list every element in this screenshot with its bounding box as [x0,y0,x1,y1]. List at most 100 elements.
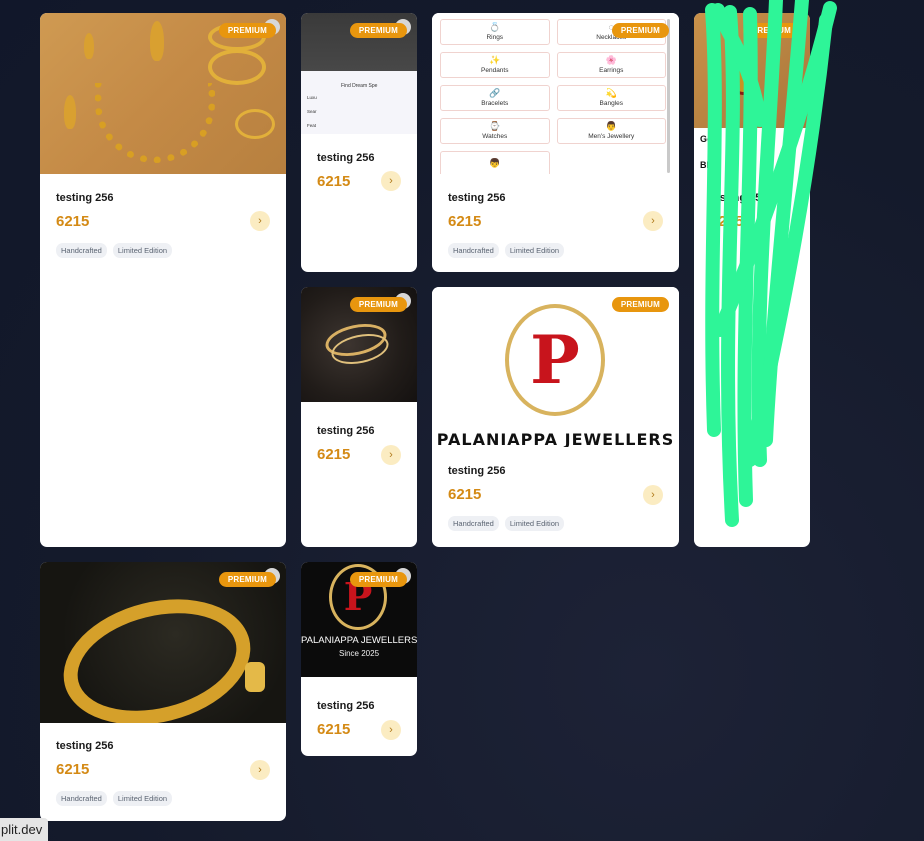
category-label: Earrings [599,67,624,74]
tag-handcrafted: Handcrafted [448,516,499,531]
premium-badge: PREMIUM [742,23,800,38]
category-bracelets[interactable]: 🔗 Bracelets [440,85,550,111]
premium-badge: PREMIUM [611,297,669,312]
link-icon: 🔗 [489,88,501,98]
product-title-fragment: Go [700,134,713,144]
logo-brand: PALANIAPPA JEWELLERS [436,430,675,447]
product-image[interactable]: PREMIUM [301,287,417,402]
product-price: 6215 [317,173,351,190]
product-card[interactable]: PREMIUM testing 256 6215 › [301,287,417,547]
earring-graphic [64,95,76,129]
category-label: Rings [486,34,504,41]
logo-brand: PALANIAPPA JEWELLERS [301,635,417,646]
tag-handcrafted: Handcrafted [56,791,107,806]
bracelet-graphic [50,580,264,723]
product-title[interactable]: testing 256 [317,152,374,164]
product-card[interactable]: PREMIUM P PALANIAPPA JEWELLERS testing 2… [432,287,679,547]
product-image[interactable]: PREMIUM Find Dream Spe Luxu Sear Feat [301,13,417,134]
chevron-right-icon[interactable]: › [250,760,270,780]
tag-limited-edition: Limited Edition [504,516,565,531]
earring-graphic [84,33,94,59]
tag-handcrafted: Handcrafted [56,243,107,258]
tag-limited-edition: Limited Edition [112,791,173,806]
product-image[interactable]: PREMIUM 💍 Rings ◌ Necklaces ✨ Pendants 🌸 Ear… [432,13,679,174]
premium-badge: PREMIUM [349,297,407,312]
tag-handcrafted: Handcrafted [448,243,499,258]
chevron-right-icon[interactable]: › [381,171,401,191]
tag-list: Handcrafted Limited Edition [56,243,173,258]
category-label: Pendants [481,67,509,74]
chevron-right-icon[interactable]: › [250,211,270,231]
product-image[interactable]: PREMIUM [694,13,810,128]
chevron-right-icon[interactable]: › [381,720,401,740]
crescent-icon: 💫 [605,88,617,98]
product-card[interactable]: PREMIUM testing 256 6215 › Handcrafted L… [40,13,286,547]
man-icon: 👨 [605,121,617,131]
product-title[interactable]: testing 256 [317,700,374,712]
chevron-right-icon[interactable]: › [643,485,663,505]
category-label: Men's Jewellery [588,133,635,140]
mini-screen-heading: Find Dream Spe [341,83,378,89]
bangle-graphic [208,49,266,85]
product-sub-fragment: BD [700,160,713,170]
product-price: 6215 [448,213,482,230]
flower-icon: 🌸 [605,55,617,65]
product-card[interactable]: PREMIUM Find Dream Spe Luxu Sear Feat te… [301,13,417,272]
chevron-right-icon[interactable]: › [381,445,401,465]
product-price: 6215 [317,721,351,738]
category-pendants[interactable]: ✨ Pendants [440,52,550,78]
product-image[interactable]: PREMIUM [40,562,286,723]
premium-badge: PREMIUM [611,23,669,38]
product-image[interactable]: PREMIUM [40,13,286,174]
product-image[interactable]: PREMIUM P PALANIAPPA JEWELLERS Since 202… [301,562,417,677]
mini-screen-line: Sear [307,109,317,114]
logo-letter: P [530,321,580,399]
ring-icon: 💍 [489,22,501,32]
category-kids[interactable]: 👦 [440,151,550,174]
category-label: Watches [482,133,508,140]
premium-badge: PREMIUM [349,23,407,38]
product-image[interactable]: PREMIUM P PALANIAPPA JEWELLERS [432,287,679,447]
person-icon: 👦 [489,157,501,168]
logo-circle: P [505,304,605,416]
necklace-graphic [95,83,215,163]
premium-badge: PREMIUM [218,23,276,38]
product-price: 6215 [56,213,90,230]
clasp-graphic [245,662,265,692]
product-title[interactable]: testing 256 [448,192,505,204]
scrollbar[interactable] [667,19,670,173]
product-title[interactable]: testing 256 [448,465,505,477]
logo-since: Since 2025 [338,649,380,658]
product-title[interactable]: testing 256 [710,192,767,204]
tag-list: Handcrafted Limited Edition [56,791,173,806]
product-card[interactable]: PREMIUM P PALANIAPPA JEWELLERS Since 202… [301,562,417,756]
bangle-graphic [235,109,275,139]
status-toast: plit.dev [0,818,49,841]
sparkle-icon: ✨ [489,55,501,65]
chevron-right-icon[interactable]: › [643,211,663,231]
category-bangles[interactable]: 💫 Bangles [556,85,666,111]
product-price: 6215 [56,761,90,778]
product-card[interactable]: PREMIUM 💍 Rings ◌ Necklaces ✨ Pendants 🌸 Ear… [432,13,679,272]
category-earrings[interactable]: 🌸 Earrings [556,52,666,78]
watch-icon: ⌚ [489,121,501,131]
product-card[interactable]: PREMIUM Go BD testing 256 6215 [694,13,810,547]
mini-screen: Find Dream Spe Luxu Sear Feat [301,71,417,134]
tag-list: Handcrafted Limited Edition [448,243,565,258]
category-watches[interactable]: ⌚ Watches [440,118,550,144]
product-title[interactable]: testing 256 [56,740,113,752]
category-label: Bracelets [481,100,509,107]
product-price: 6215 [317,446,351,463]
product-title[interactable]: testing 256 [56,192,113,204]
product-price: 6215 [710,213,744,230]
mini-screen-line: Feat [307,123,317,128]
mini-screen-line: Luxu [307,95,317,100]
category-rings[interactable]: 💍 Rings [440,19,550,45]
premium-badge: PREMIUM [349,572,407,587]
product-title[interactable]: testing 256 [317,425,374,437]
category-mens-jewellery[interactable]: 👨 Men's Jewellery [556,118,666,144]
product-card[interactable]: PREMIUM testing 256 6215 › Handcrafted L… [40,562,286,821]
category-grid: 💍 Rings ◌ Necklaces ✨ Pendants 🌸 Earrings 🔗 B… [440,19,666,174]
pendant-graphic [730,63,756,95]
premium-badge: PREMIUM [218,572,276,587]
